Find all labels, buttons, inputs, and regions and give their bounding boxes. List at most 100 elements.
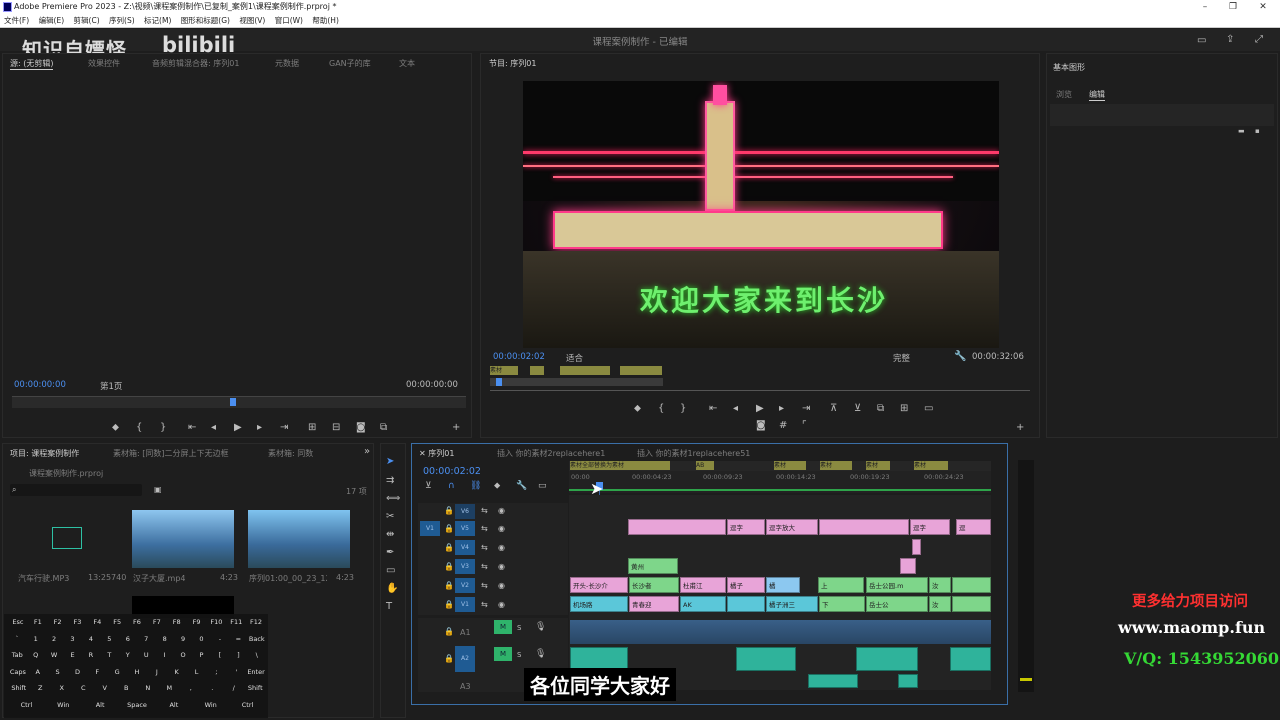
- razor-tool-icon[interactable]: ✂: [386, 512, 394, 522]
- insert-icon[interactable]: ⊞: [308, 423, 316, 433]
- timeline-timecode[interactable]: 00:00:02:02: [423, 466, 481, 477]
- v1-clip[interactable]: 机场路: [570, 596, 628, 612]
- v1-clip[interactable]: 下: [819, 596, 865, 612]
- key-p[interactable]: P: [192, 651, 210, 659]
- tab-project[interactable]: 项目: 课程案例制作: [10, 448, 79, 459]
- camera-icon[interactable]: ◙: [756, 421, 766, 431]
- key-win[interactable]: Win: [45, 701, 82, 709]
- key-x[interactable]: X: [51, 684, 73, 692]
- sync-lock-icon[interactable]: ⇆: [481, 562, 488, 572]
- timeline-marker[interactable]: 素材: [866, 461, 890, 470]
- key-f1[interactable]: F1: [28, 618, 48, 626]
- timeline-marker[interactable]: 素材: [820, 461, 852, 470]
- mark-in-icon[interactable]: {: [136, 423, 142, 433]
- key-7[interactable]: 7: [137, 635, 155, 643]
- source-timecode[interactable]: 00:00:00:00: [14, 380, 66, 390]
- program-marker[interactable]: 素材: [490, 366, 518, 375]
- button-editor-icon[interactable]: ⧉: [380, 423, 387, 433]
- v1-clip[interactable]: [952, 596, 991, 612]
- mark-out-icon[interactable]: }: [680, 404, 686, 414]
- program-timecode[interactable]: 00:00:02:02: [493, 352, 545, 362]
- track-label-v4[interactable]: V4: [455, 540, 475, 555]
- sync-lock-icon[interactable]: ⇆: [481, 506, 488, 516]
- camera-icon[interactable]: ◙: [356, 423, 366, 433]
- pen-tool-icon[interactable]: ✒: [386, 548, 394, 558]
- solo-button[interactable]: S: [517, 650, 521, 660]
- tab-metadata[interactable]: 元数据: [275, 58, 299, 69]
- program-scrubber[interactable]: [490, 390, 1030, 391]
- item-name[interactable]: 汽车行驶.MP3: [18, 573, 69, 584]
- key-6[interactable]: 6: [119, 635, 137, 643]
- key-[interactable]: [: [211, 651, 229, 659]
- menu-view[interactable]: 视图(V): [239, 16, 265, 25]
- go-to-in-icon[interactable]: ⇤: [188, 423, 196, 433]
- key-a[interactable]: A: [28, 668, 48, 676]
- timeline-marker[interactable]: 素材: [774, 461, 806, 470]
- play-icon[interactable]: ▶: [234, 423, 242, 433]
- key-g[interactable]: G: [107, 668, 127, 676]
- grid-icon[interactable]: #: [779, 421, 787, 431]
- tab-bin-split[interactable]: 素材箱: [同数]二分屏上下无边框: [113, 448, 228, 459]
- key-alt[interactable]: Alt: [155, 701, 192, 709]
- layer-menu-icon[interactable]: ▪: [1255, 126, 1260, 136]
- key-caps[interactable]: Caps: [8, 668, 28, 676]
- add-marker-icon[interactable]: ⬥: [112, 423, 119, 433]
- key-c[interactable]: C: [73, 684, 95, 692]
- panel-overflow-icon[interactable]: »: [364, 447, 370, 457]
- v2-clip[interactable]: 杜甫江: [680, 577, 726, 593]
- snap-icon[interactable]: ∩: [448, 481, 455, 491]
- tab-audio-mixer[interactable]: 音频剪辑混合器: 序列01: [152, 58, 239, 69]
- lock-icon[interactable]: 🔒: [444, 506, 454, 516]
- project-search-input[interactable]: [10, 484, 142, 496]
- lock-icon[interactable]: 🔒: [444, 543, 454, 553]
- program-marker[interactable]: [560, 366, 610, 375]
- menu-markers[interactable]: 标记(M): [144, 16, 171, 25]
- program-marker[interactable]: [530, 366, 544, 375]
- key-l[interactable]: L: [187, 668, 207, 676]
- v5-clip[interactable]: [628, 519, 726, 535]
- type-tool-icon[interactable]: T: [386, 602, 392, 612]
- fullscreen-icon[interactable]: ⤢: [1255, 35, 1263, 45]
- key-k[interactable]: K: [167, 668, 187, 676]
- key-8[interactable]: 8: [155, 635, 173, 643]
- step-back-icon[interactable]: ◂: [211, 423, 216, 433]
- add-marker-icon[interactable]: ⬥: [494, 481, 500, 491]
- timeline-marker[interactable]: 素材: [914, 461, 948, 470]
- wrench-icon[interactable]: 🔧: [516, 481, 527, 491]
- source-playhead[interactable]: [230, 398, 236, 406]
- v3-clip[interactable]: 黄州: [628, 558, 678, 574]
- key-f4[interactable]: F4: [87, 618, 107, 626]
- share-icon[interactable]: ⇪: [1226, 35, 1234, 45]
- a2-audio-clip[interactable]: [950, 647, 991, 671]
- key-0[interactable]: 0: [192, 635, 210, 643]
- key-ctrl[interactable]: Ctrl: [8, 701, 45, 709]
- key-b[interactable]: B: [116, 684, 138, 692]
- a2-audio-clip[interactable]: [736, 647, 796, 671]
- tab-sequence-01[interactable]: ✕ 序列01: [419, 448, 454, 459]
- crop-icon[interactable]: ⌜: [802, 421, 807, 431]
- tab-edit[interactable]: 编辑: [1089, 89, 1105, 101]
- menu-graphics[interactable]: 图形和标题(G): [181, 16, 230, 25]
- key-[interactable]: .: [202, 684, 224, 692]
- key-f2[interactable]: F2: [48, 618, 68, 626]
- v1-clip[interactable]: 岳士公: [866, 596, 928, 612]
- v2-clip[interactable]: 长沙者: [629, 577, 679, 593]
- mute-button[interactable]: M: [494, 647, 512, 661]
- sync-lock-icon[interactable]: ⇆: [481, 581, 488, 591]
- key-[interactable]: \: [248, 651, 266, 659]
- key-enter[interactable]: Enter: [246, 668, 266, 676]
- go-to-out-icon[interactable]: ⇥: [802, 404, 810, 414]
- key-t[interactable]: T: [100, 651, 118, 659]
- selection-tool-icon[interactable]: ➤: [386, 457, 394, 467]
- tab-source[interactable]: 源: (无剪辑): [10, 58, 54, 70]
- fit-dropdown[interactable]: 适合: [566, 352, 583, 364]
- v5-clip[interactable]: 逗字: [727, 519, 765, 535]
- v5-clip[interactable]: [819, 519, 909, 535]
- source-page-select[interactable]: 第1页: [100, 380, 122, 392]
- quality-dropdown[interactable]: 完整: [893, 352, 910, 364]
- tab-bin[interactable]: 素材箱: 同数: [268, 448, 313, 459]
- key-[interactable]: ]: [229, 651, 247, 659]
- menu-edit[interactable]: 编辑(E): [39, 16, 65, 25]
- key-ctrl[interactable]: Ctrl: [229, 701, 266, 709]
- key-[interactable]: `: [8, 635, 26, 643]
